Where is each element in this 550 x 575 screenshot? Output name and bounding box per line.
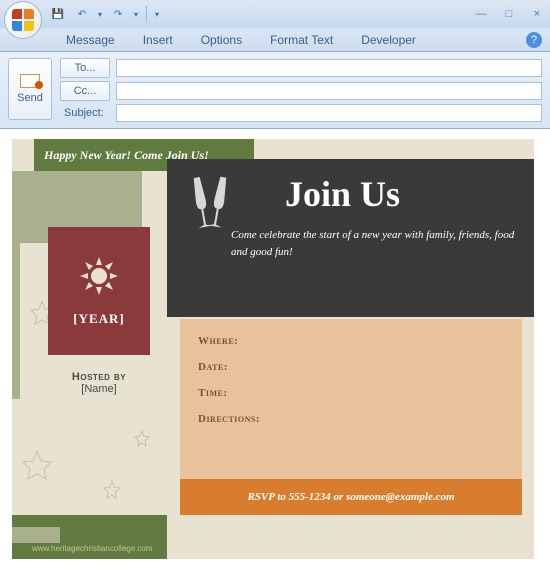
undo-dropdown-icon[interactable]: ▾ — [98, 10, 102, 19]
tab-message[interactable]: Message — [52, 29, 129, 51]
subject-input[interactable] — [116, 104, 542, 122]
cc-input[interactable] — [116, 82, 542, 100]
champagne-glasses-icon — [180, 169, 240, 235]
tab-format-text[interactable]: Format Text — [256, 29, 347, 51]
title-bar: 💾 ↶ ▾ ↷ ▾ ▾ — □ × — [0, 0, 550, 28]
message-body[interactable]: Happy New Year! Come Join Us! Join Us Co… — [0, 129, 550, 565]
rsvp-bar: RSVP to 555-1234 or someone@example.com — [180, 479, 522, 515]
invitation-template: Happy New Year! Come Join Us! Join Us Co… — [12, 139, 534, 559]
invite-subtitle: Come celebrate the start of a new year w… — [231, 227, 518, 260]
details-panel: Where: Date: Time: Directions: — [180, 319, 522, 479]
to-input[interactable] — [116, 59, 542, 77]
close-button[interactable]: × — [528, 6, 546, 22]
year-placeholder: [YEAR] — [73, 311, 125, 327]
window-controls: — □ × — [472, 6, 546, 22]
hosted-label: Hosted by — [72, 371, 126, 383]
directions-label: Directions: — [198, 413, 504, 425]
qat-customize-icon[interactable]: ▾ — [155, 10, 159, 19]
tab-developer[interactable]: Developer — [347, 29, 430, 51]
maximize-button[interactable]: □ — [500, 6, 518, 22]
year-panel: [YEAR] — [48, 227, 150, 355]
hosted-name: [Name] — [81, 383, 116, 395]
envelope-icon — [20, 74, 40, 88]
ribbon-tabs: Message Insert Options Format Text Devel… — [0, 28, 550, 52]
to-button[interactable]: To... — [60, 58, 110, 78]
tab-insert[interactable]: Insert — [129, 29, 187, 51]
hosted-by: Hosted by [Name] — [48, 371, 150, 395]
quick-access-toolbar: 💾 ↶ ▾ ↷ ▾ ▾ — [50, 6, 159, 22]
time-label: Time: — [198, 387, 504, 399]
minimize-button[interactable]: — — [472, 6, 490, 22]
save-icon[interactable]: 💾 — [50, 6, 66, 22]
subject-label: Subject: — [60, 107, 110, 119]
tab-options[interactable]: Options — [187, 29, 256, 51]
redo-icon[interactable]: ↷ — [110, 6, 126, 22]
cc-button[interactable]: Cc... — [60, 81, 110, 101]
qat-separator — [146, 6, 147, 22]
help-icon[interactable]: ? — [526, 32, 542, 48]
office-button[interactable] — [4, 1, 42, 39]
undo-icon[interactable]: ↶ — [74, 6, 90, 22]
date-label: Date: — [198, 361, 504, 373]
send-button[interactable]: Send — [8, 58, 52, 120]
invite-title: Join Us — [285, 173, 518, 215]
bottom-sage-block — [12, 527, 60, 543]
sun-icon — [78, 255, 120, 297]
where-label: Where: — [198, 335, 504, 347]
office-logo-icon — [12, 9, 34, 31]
compose-header: Send To... Cc... Subject: — [0, 52, 550, 129]
redo-dropdown-icon[interactable]: ▾ — [134, 10, 138, 19]
send-label: Send — [17, 92, 43, 104]
address-fields: To... Cc... Subject: — [60, 58, 542, 122]
watermark-text: www.heritagechristiancollege.com — [32, 544, 153, 553]
